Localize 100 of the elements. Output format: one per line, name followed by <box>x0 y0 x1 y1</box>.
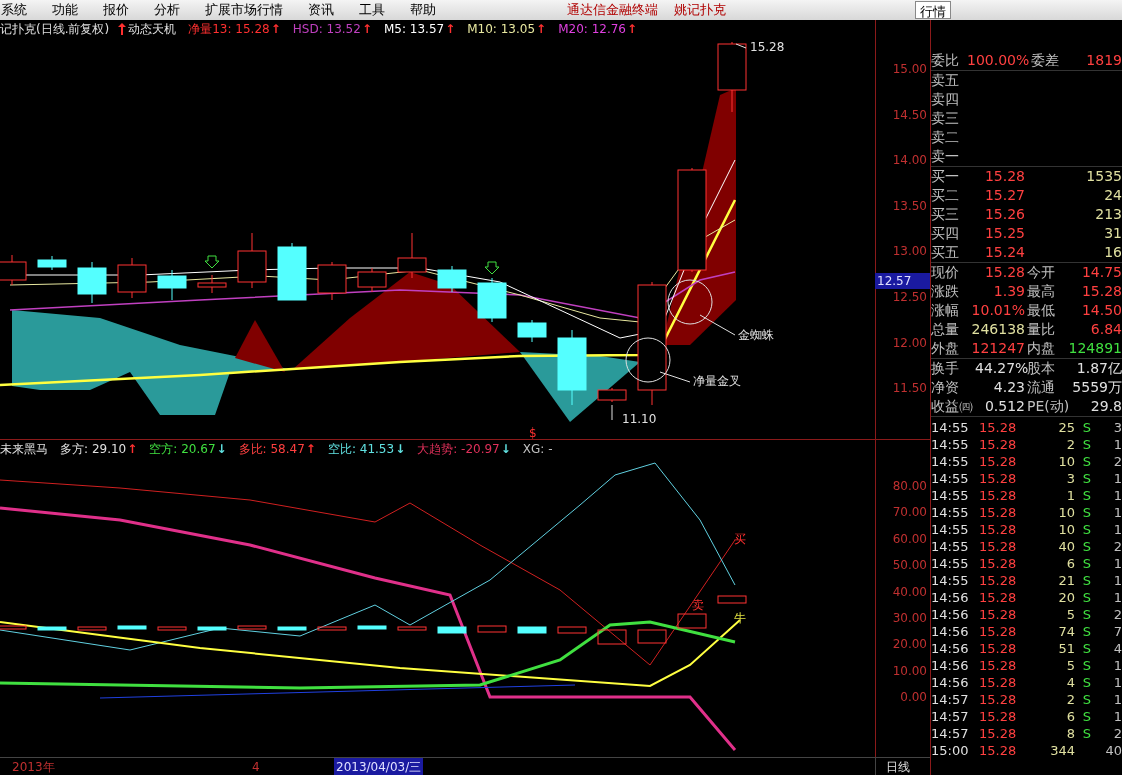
bid-label: 买三 <box>931 205 960 224</box>
indicator-bar <box>677 613 707 629</box>
trade-time: 14:57 <box>931 691 970 708</box>
axis-tick-label: 14.50 <box>892 108 927 121</box>
trend-arrow: ↑ <box>270 20 281 38</box>
trade-volume: 8 <box>1065 725 1075 742</box>
bid-label: 买五 <box>931 243 960 262</box>
chart-annotation: 净量金叉 <box>693 375 741 387</box>
date-cursor-label: 2013/04/03/三 <box>334 757 424 775</box>
axis-tick-label: 10.00 <box>892 664 927 677</box>
chart-annotation: 牛 <box>734 612 746 624</box>
menu-item[interactable]: 分析 <box>154 0 180 20</box>
quote-value: 5559万 <box>1072 378 1122 397</box>
quote-label: 今开 <box>1027 263 1056 282</box>
trade-count: 2 <box>1113 606 1122 623</box>
indicator-value: M20: 12.76 <box>558 20 626 38</box>
quote-value: 6.84 <box>1089 320 1122 339</box>
trade-side: S <box>1082 590 1092 605</box>
bid-volume: 1535 <box>1086 167 1122 186</box>
quote-value: 14.75 <box>1080 263 1122 282</box>
indicator-bar <box>77 626 107 631</box>
trade-side: S <box>1082 607 1092 622</box>
chart-annotation: 卖 <box>692 599 704 611</box>
quote-label: 量比 <box>1027 320 1056 339</box>
trade-side: S <box>1082 420 1092 435</box>
trade-count: 1 <box>1113 589 1122 606</box>
trade-side: S <box>1082 454 1092 469</box>
trade-side: S <box>1082 556 1092 571</box>
trade-count: 3 <box>1113 419 1122 436</box>
candlestick <box>117 257 147 299</box>
quote-label: 最低 <box>1027 301 1056 320</box>
trade-price: 15.28 <box>979 674 1018 691</box>
circle-marker <box>667 279 713 325</box>
menu-item[interactable]: 系统 <box>1 0 27 20</box>
trade-price: 15.28 <box>979 555 1018 572</box>
trade-time: 14:55 <box>931 572 970 589</box>
trade-volume: 5 <box>1065 657 1075 674</box>
trade-side: S <box>1082 522 1092 537</box>
candlestick <box>517 319 547 343</box>
indicator-value: 净量13: 15.28 <box>188 20 270 38</box>
menu-item[interactable]: 扩展市场行情 <box>205 0 283 20</box>
candlestick <box>77 261 107 304</box>
quote-value: 1819 <box>1086 51 1122 70</box>
trade-time: 14:55 <box>931 555 970 572</box>
menu-item[interactable]: 资讯 <box>308 0 334 20</box>
ask-label: 卖二 <box>931 128 960 147</box>
quote-label: 股本 <box>1027 359 1055 378</box>
trade-time: 14:56 <box>931 606 970 623</box>
chart-annotation: $ <box>529 427 537 439</box>
candlestick <box>437 265 467 293</box>
candlestick <box>597 387 627 403</box>
bid-volume: 16 <box>1104 243 1122 262</box>
trade-count: 2 <box>1113 725 1122 742</box>
menu-item[interactable]: 报价 <box>103 0 129 20</box>
chart-annotation: 15.28 <box>750 41 785 53</box>
trade-price: 15.28 <box>979 589 1018 606</box>
trade-side: S <box>1082 692 1092 707</box>
quote-value: 246138 <box>970 320 1025 339</box>
trade-price: 15.28 <box>979 453 1018 470</box>
leader-line <box>611 404 613 421</box>
trade-price: 15.28 <box>979 470 1018 487</box>
trade-price: 15.28 <box>979 521 1018 538</box>
trade-side: S <box>1082 471 1092 486</box>
ask-label: 卖五 <box>931 71 960 90</box>
quote-value: 0.512 <box>983 397 1025 416</box>
menu-item[interactable]: 帮助 <box>410 0 436 20</box>
candlestick <box>397 232 427 279</box>
menu-item[interactable]: 功能 <box>52 0 78 20</box>
ask-label: 卖一 <box>931 147 960 166</box>
axis-tick-label: 13.00 <box>892 245 927 258</box>
axis-tick-label: 80.00 <box>892 480 927 492</box>
indicator-bar <box>357 625 387 630</box>
trade-count: 1 <box>1113 555 1122 572</box>
bid-price: 15.26 <box>983 205 1025 224</box>
axis-tick-label: 30.00 <box>892 612 927 624</box>
arrow-up-icon <box>118 22 127 35</box>
trend-arrow: ↑ <box>445 20 456 38</box>
candlestick <box>37 255 67 271</box>
trade-time: 14:55 <box>931 453 970 470</box>
trade-price: 15.28 <box>979 657 1018 674</box>
trade-count: 1 <box>1113 470 1122 487</box>
axis-tick-label: 50.00 <box>892 559 927 572</box>
candlestick <box>477 277 507 323</box>
indicator-value: XG: - <box>522 440 553 458</box>
view-tab[interactable]: 行情 <box>915 1 951 19</box>
quote-label: 内盘 <box>1027 339 1056 358</box>
trend-arrow: ↑ <box>305 440 316 458</box>
trade-time: 14:55 <box>931 521 970 538</box>
trade-time: 14:57 <box>931 725 970 742</box>
trade-volume: 1 <box>1065 487 1075 504</box>
trade-volume: 4 <box>1065 674 1075 691</box>
menu-item[interactable]: 工具 <box>359 0 385 20</box>
indicator-bar <box>237 625 267 630</box>
indicator-bar <box>0 625 27 630</box>
axis-tick-label: 70.00 <box>892 506 927 519</box>
period-label[interactable]: 日线 <box>875 757 930 775</box>
trade-count: 4 <box>1113 640 1122 657</box>
trade-count: 1 <box>1113 691 1122 708</box>
candlestick <box>157 269 187 301</box>
quote-value: 15.28 <box>983 263 1025 282</box>
